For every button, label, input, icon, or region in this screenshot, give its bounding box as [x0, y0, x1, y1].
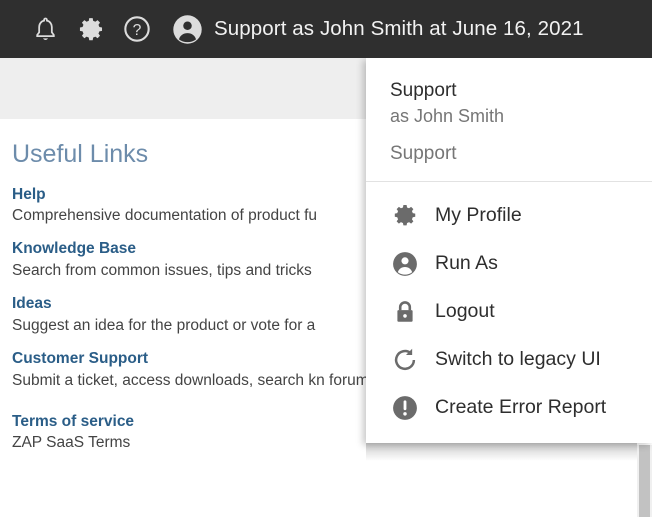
link-help[interactable]: Help: [12, 185, 46, 206]
link-terms-of-service[interactable]: Terms of service: [12, 412, 134, 433]
menu-item-label: Run As: [435, 252, 498, 275]
top-navigation-bar: ? Support as John Smith at June 16, 2021: [0, 0, 652, 58]
menu-item-label: My Profile: [435, 204, 522, 227]
dropdown-account-runas: as John Smith: [390, 104, 652, 128]
menu-item-create-error-report[interactable]: Create Error Report: [366, 384, 652, 432]
svg-text:?: ?: [133, 22, 142, 39]
link-customer-support[interactable]: Customer Support: [12, 349, 148, 370]
bell-icon[interactable]: [22, 6, 68, 52]
user-circle-icon: [390, 249, 420, 279]
app-root: ? Support as John Smith at June 16, 2021…: [0, 0, 652, 517]
menu-item-label: Switch to legacy UI: [435, 348, 601, 371]
menu-item-run-as[interactable]: Run As: [366, 240, 652, 288]
user-account-dropdown: Support as John Smith Support My Profile: [366, 58, 652, 443]
error-circle-icon: [390, 393, 420, 423]
lock-icon: [390, 297, 420, 327]
menu-item-label: Logout: [435, 300, 495, 323]
link-knowledge-base[interactable]: Knowledge Base: [12, 239, 136, 260]
dropdown-account-org: Support: [390, 141, 652, 167]
dropdown-menu-items: My Profile Run As: [366, 182, 652, 432]
user-menu-label: Support as John Smith at June 16, 2021: [214, 17, 584, 41]
vertical-scrollbar-thumb[interactable]: [639, 445, 650, 517]
link-ideas[interactable]: Ideas: [12, 294, 52, 315]
menu-item-switch-legacy-ui[interactable]: Switch to legacy UI: [366, 336, 652, 384]
gear-icon: [390, 201, 420, 231]
menu-item-label: Create Error Report: [435, 396, 606, 419]
gear-icon[interactable]: [68, 6, 114, 52]
user-circle-icon: [170, 12, 204, 46]
help-circle-icon[interactable]: ?: [114, 6, 160, 52]
dropdown-account-header: Support as John Smith Support: [366, 58, 652, 181]
refresh-icon: [390, 345, 420, 375]
menu-item-logout[interactable]: Logout: [366, 288, 652, 336]
dropdown-account-name: Support: [390, 78, 652, 104]
menu-item-my-profile[interactable]: My Profile: [366, 192, 652, 240]
user-menu-button[interactable]: Support as John Smith at June 16, 2021: [170, 6, 584, 52]
